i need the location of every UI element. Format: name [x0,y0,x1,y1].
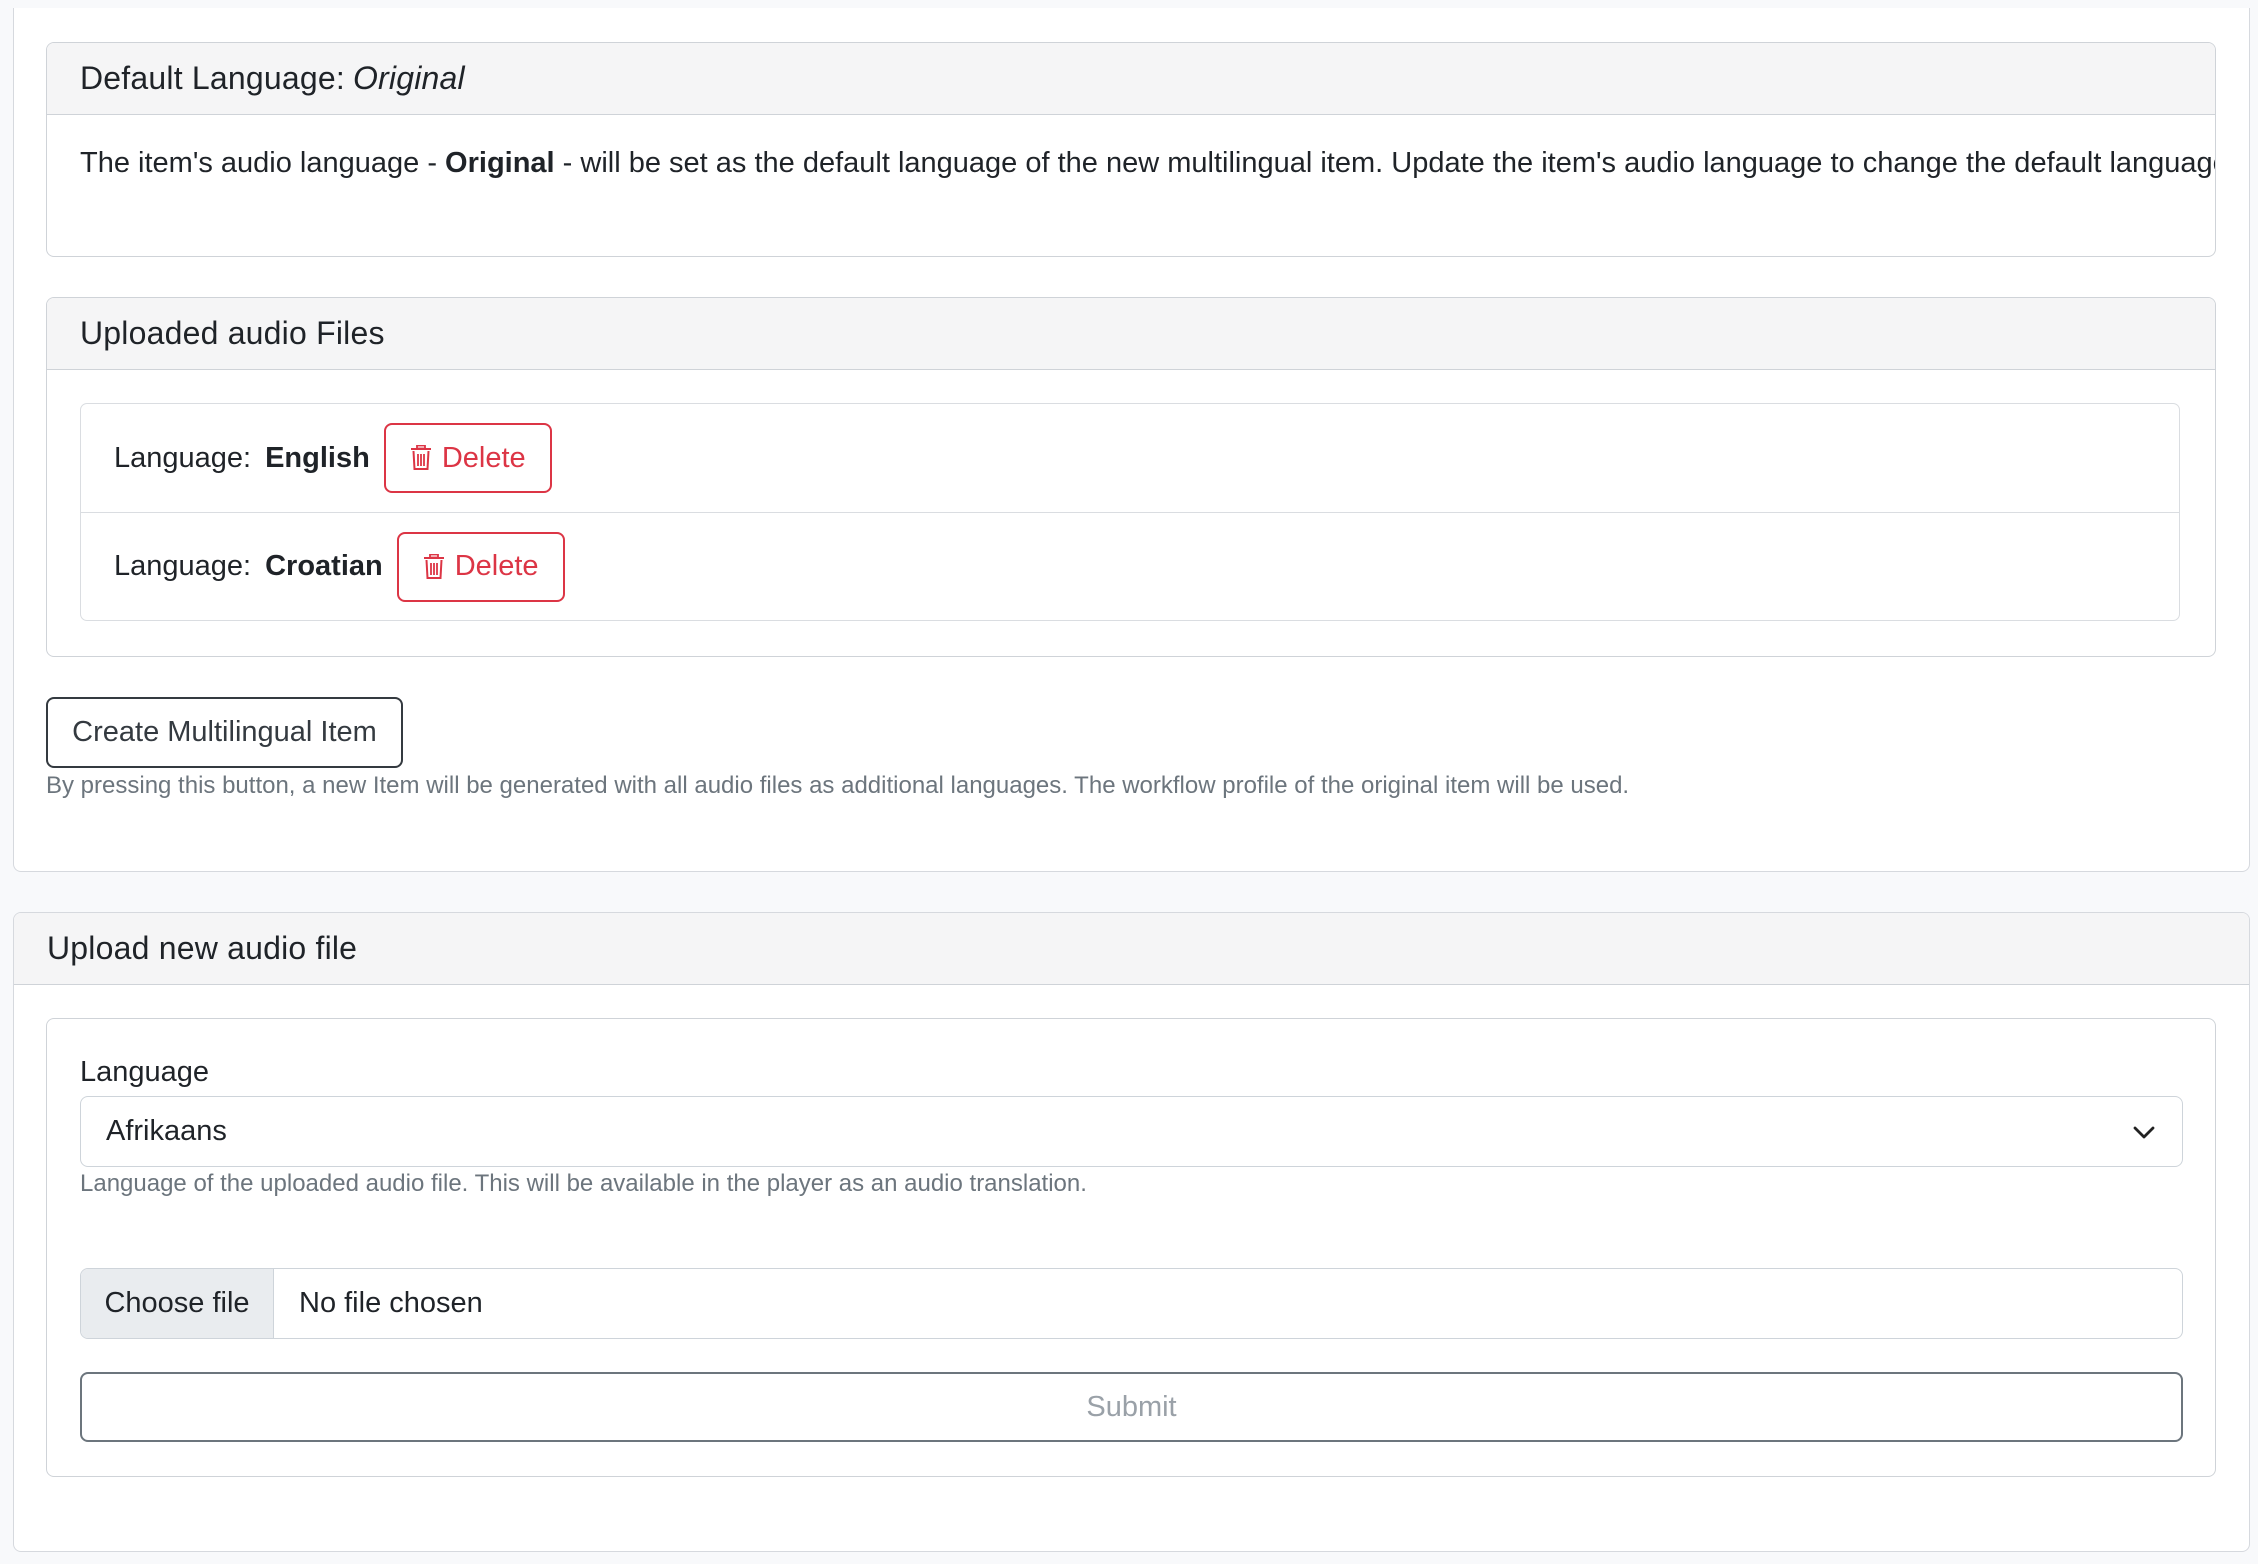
create-help-text: By pressing this button, a new Item will… [46,772,1630,799]
trash-icon [410,445,431,470]
default-language-value: Original [352,60,465,96]
delete-button[interactable]: Delete [396,531,565,602]
uploaded-files-title: Uploaded audio Files [80,315,385,351]
chevron-down-icon [2133,1126,2155,1139]
submit-button[interactable]: Submit [80,1372,2183,1442]
submit-label: Submit [1086,1390,1177,1423]
delete-label: Delete [454,550,539,582]
language-select[interactable]: Afrikaans [80,1096,2183,1167]
delete-label: Delete [441,441,526,474]
list-item: Language: English Delete [81,404,2179,512]
language-label: Language: [114,550,252,582]
uploaded-files-card: Uploaded audio Files Language: English D… [46,297,2216,657]
upload-section-header: Upload new audio file [14,913,2249,985]
language-help-text: Language of the uploaded audio file. Thi… [80,1170,1087,1197]
default-language-description: The item's audio language - Original - w… [80,147,2216,179]
language-field-label: Language [80,1056,210,1088]
language-name: Croatian [265,550,383,582]
default-language-header: Default Language: Original [47,43,2215,115]
create-multilingual-item-label: Create Multilingual Item [72,716,377,748]
language-name: English [265,441,370,474]
choose-file-label: Choose file [104,1287,250,1319]
file-input[interactable]: Choose file No file chosen [80,1268,2183,1339]
upload-section-title: Upload new audio file [47,930,358,966]
list-item: Language: Croatian Delete [81,512,2179,620]
language-select-value: Afrikaans [106,1115,227,1147]
delete-button[interactable]: Delete [383,423,552,493]
create-multilingual-item-button[interactable]: Create Multilingual Item [46,697,403,768]
uploaded-files-header: Uploaded audio Files [47,298,2215,370]
no-file-chosen: No file chosen [299,1287,483,1319]
choose-file-button[interactable]: Choose file [81,1269,274,1338]
default-language-bold: Original [445,147,555,179]
default-language-title: Default Language: [80,60,345,96]
default-language-card: Default Language: Original The item's au… [46,42,2216,257]
language-label: Language: [114,441,252,474]
uploaded-files-list: Language: English Delete Language: Croat… [80,403,2180,621]
trash-icon [423,553,444,579]
